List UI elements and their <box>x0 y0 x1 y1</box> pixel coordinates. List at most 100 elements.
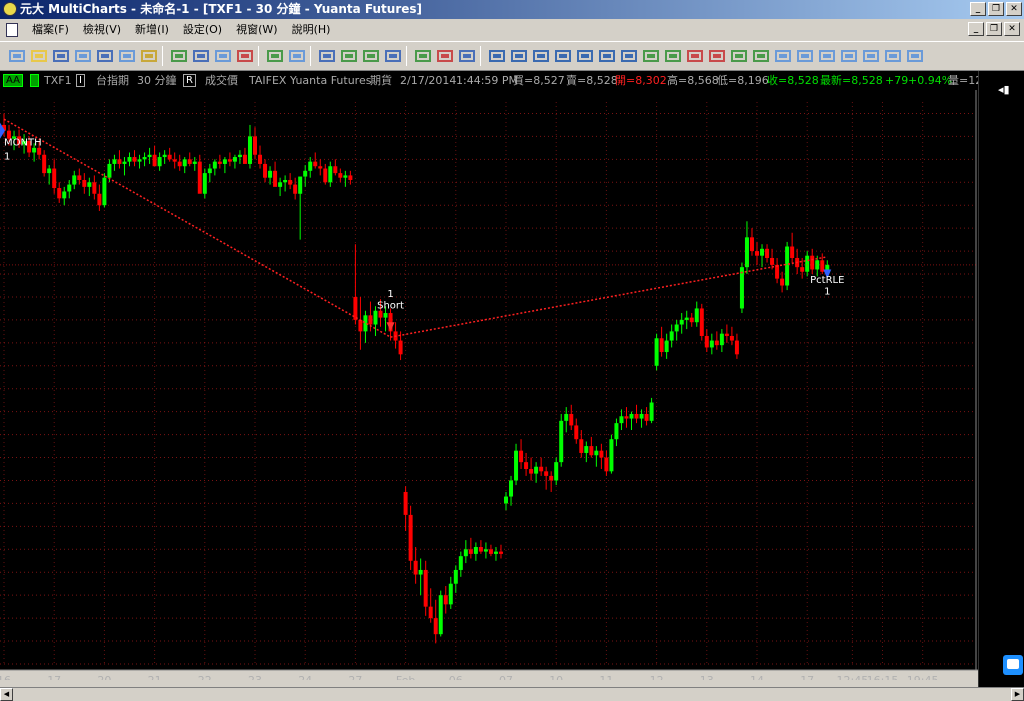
line-icon[interactable] <box>362 48 380 64</box>
symbol-mark[interactable]: I <box>76 74 85 87</box>
redo-icon[interactable] <box>862 48 880 64</box>
point-icon[interactable] <box>384 48 402 64</box>
link2-icon[interactable] <box>752 48 770 64</box>
close-button[interactable]: ✕ <box>1006 2 1022 16</box>
down-icon[interactable] <box>598 48 616 64</box>
child-restore-button[interactable]: ❐ <box>986 22 1002 36</box>
child-close-button[interactable]: ✕ <box>1004 22 1020 36</box>
chat-icon[interactable] <box>1003 655 1023 675</box>
candle-body <box>564 413 569 421</box>
open-icon[interactable] <box>30 48 48 64</box>
menu-item-0[interactable]: 檔案(F) <box>28 22 79 38</box>
panel-toggle-icon[interactable]: ◂▮ <box>998 83 1010 96</box>
candle-body <box>197 161 202 194</box>
candle-body <box>805 255 810 272</box>
window-icon[interactable] <box>288 48 306 64</box>
candle-body <box>258 154 263 164</box>
candle-body <box>373 310 378 325</box>
drawing-icon[interactable] <box>214 48 232 64</box>
document-icon[interactable] <box>6 23 18 37</box>
mark-icon[interactable] <box>686 48 704 64</box>
aa-dropdown-icon[interactable] <box>30 74 39 87</box>
new-chart-icon[interactable] <box>8 48 26 64</box>
link-icon[interactable] <box>730 48 748 64</box>
tool-icon[interactable] <box>236 48 254 64</box>
restore-button[interactable]: ❐ <box>988 2 1004 16</box>
chart-canvas[interactable]: 8,6608,6408,6208,6008,5808,5608,5408,520… <box>0 90 1024 680</box>
more-icon[interactable] <box>906 48 924 64</box>
candle-body <box>744 237 749 268</box>
app-logo-icon <box>3 2 17 16</box>
menu-item-1[interactable]: 檢視(V) <box>79 22 131 38</box>
candle-body <box>313 161 318 167</box>
candle-body <box>127 157 132 162</box>
candle-body <box>408 514 413 561</box>
scroll-right-icon[interactable] <box>510 48 528 64</box>
child-minimize-button[interactable]: _ <box>968 22 984 36</box>
candle-body <box>398 340 403 355</box>
strategy-icon[interactable] <box>192 48 210 64</box>
candle-body <box>624 416 629 419</box>
menu-bar: 檔案(F) 檢視(V) 新增(I) 設定(O) 視窗(W) 說明(H) _ ❐ ✕ <box>0 19 1024 41</box>
horizontal-scrollbar[interactable]: ◀ ▶ <box>0 687 1024 701</box>
candle-body <box>97 193 102 206</box>
toolbar-separator <box>162 46 163 66</box>
alert-icon[interactable] <box>458 48 476 64</box>
candle-body <box>785 246 790 286</box>
menu-item-5[interactable]: 說明(H) <box>288 22 341 38</box>
candle-body <box>348 175 353 180</box>
candle-body <box>57 188 62 199</box>
x-tick-label: 07 <box>499 674 513 680</box>
insert-icon[interactable] <box>266 48 284 64</box>
menu-item-4[interactable]: 視窗(W) <box>232 22 287 38</box>
candle-body <box>654 338 659 366</box>
minimize-button[interactable]: _ <box>970 2 986 16</box>
save-icon[interactable] <box>74 48 92 64</box>
dropdown-icon[interactable] <box>52 48 70 64</box>
bar-type-icon[interactable] <box>318 48 336 64</box>
scroll-right-button[interactable]: ▶ <box>1011 688 1024 701</box>
print-icon[interactable] <box>96 48 114 64</box>
study-icon[interactable] <box>414 48 432 64</box>
candle-body <box>659 338 664 353</box>
toolbar-separator <box>406 46 407 66</box>
zoom-icon[interactable] <box>532 48 550 64</box>
change-pct-label: +0.94% <box>908 74 953 87</box>
refresh-icon[interactable] <box>818 48 836 64</box>
menu-item-3[interactable]: 設定(O) <box>179 22 232 38</box>
x-tick-label: 22 <box>198 674 212 680</box>
price-mark[interactable]: R <box>183 74 196 87</box>
scroll-left-button[interactable]: ◀ <box>0 688 13 701</box>
up-icon[interactable] <box>576 48 594 64</box>
format-icon[interactable] <box>118 48 136 64</box>
menu-item-2[interactable]: 新增(I) <box>131 22 179 38</box>
scroll-left-icon[interactable] <box>488 48 506 64</box>
add-indicator-icon[interactable] <box>170 48 188 64</box>
signal-icon[interactable] <box>436 48 454 64</box>
x-tick-label: 12:45 <box>837 674 869 680</box>
candle-body <box>378 310 383 318</box>
center-icon[interactable] <box>554 48 572 64</box>
candle-body <box>534 466 539 474</box>
price-chart[interactable]: 8,6608,6408,6208,6008,5808,5608,5408,520… <box>0 90 1018 680</box>
date-label: 2/17/2014 <box>400 74 457 87</box>
candle-body <box>122 161 127 164</box>
candle-body <box>428 606 433 619</box>
candle-body <box>242 154 247 164</box>
candle-body <box>383 313 388 318</box>
bar-up-icon[interactable] <box>642 48 660 64</box>
cursor-icon[interactable] <box>620 48 638 64</box>
undo-icon[interactable] <box>840 48 858 64</box>
zoom-out-icon[interactable] <box>796 48 814 64</box>
settings-icon[interactable] <box>140 48 158 64</box>
aa-button[interactable]: AA <box>3 74 23 87</box>
home-icon[interactable] <box>884 48 902 64</box>
candle-icon[interactable] <box>340 48 358 64</box>
candle-body <box>699 308 704 336</box>
candle-body <box>569 413 574 426</box>
candle-body <box>298 176 303 194</box>
bar-down-icon[interactable] <box>664 48 682 64</box>
mark2-icon[interactable] <box>708 48 726 64</box>
zoom-in-icon[interactable] <box>774 48 792 64</box>
window-title: 元大 MultiCharts - 未命名-1 - [TXF1 - 30 分鐘 -… <box>20 2 423 16</box>
